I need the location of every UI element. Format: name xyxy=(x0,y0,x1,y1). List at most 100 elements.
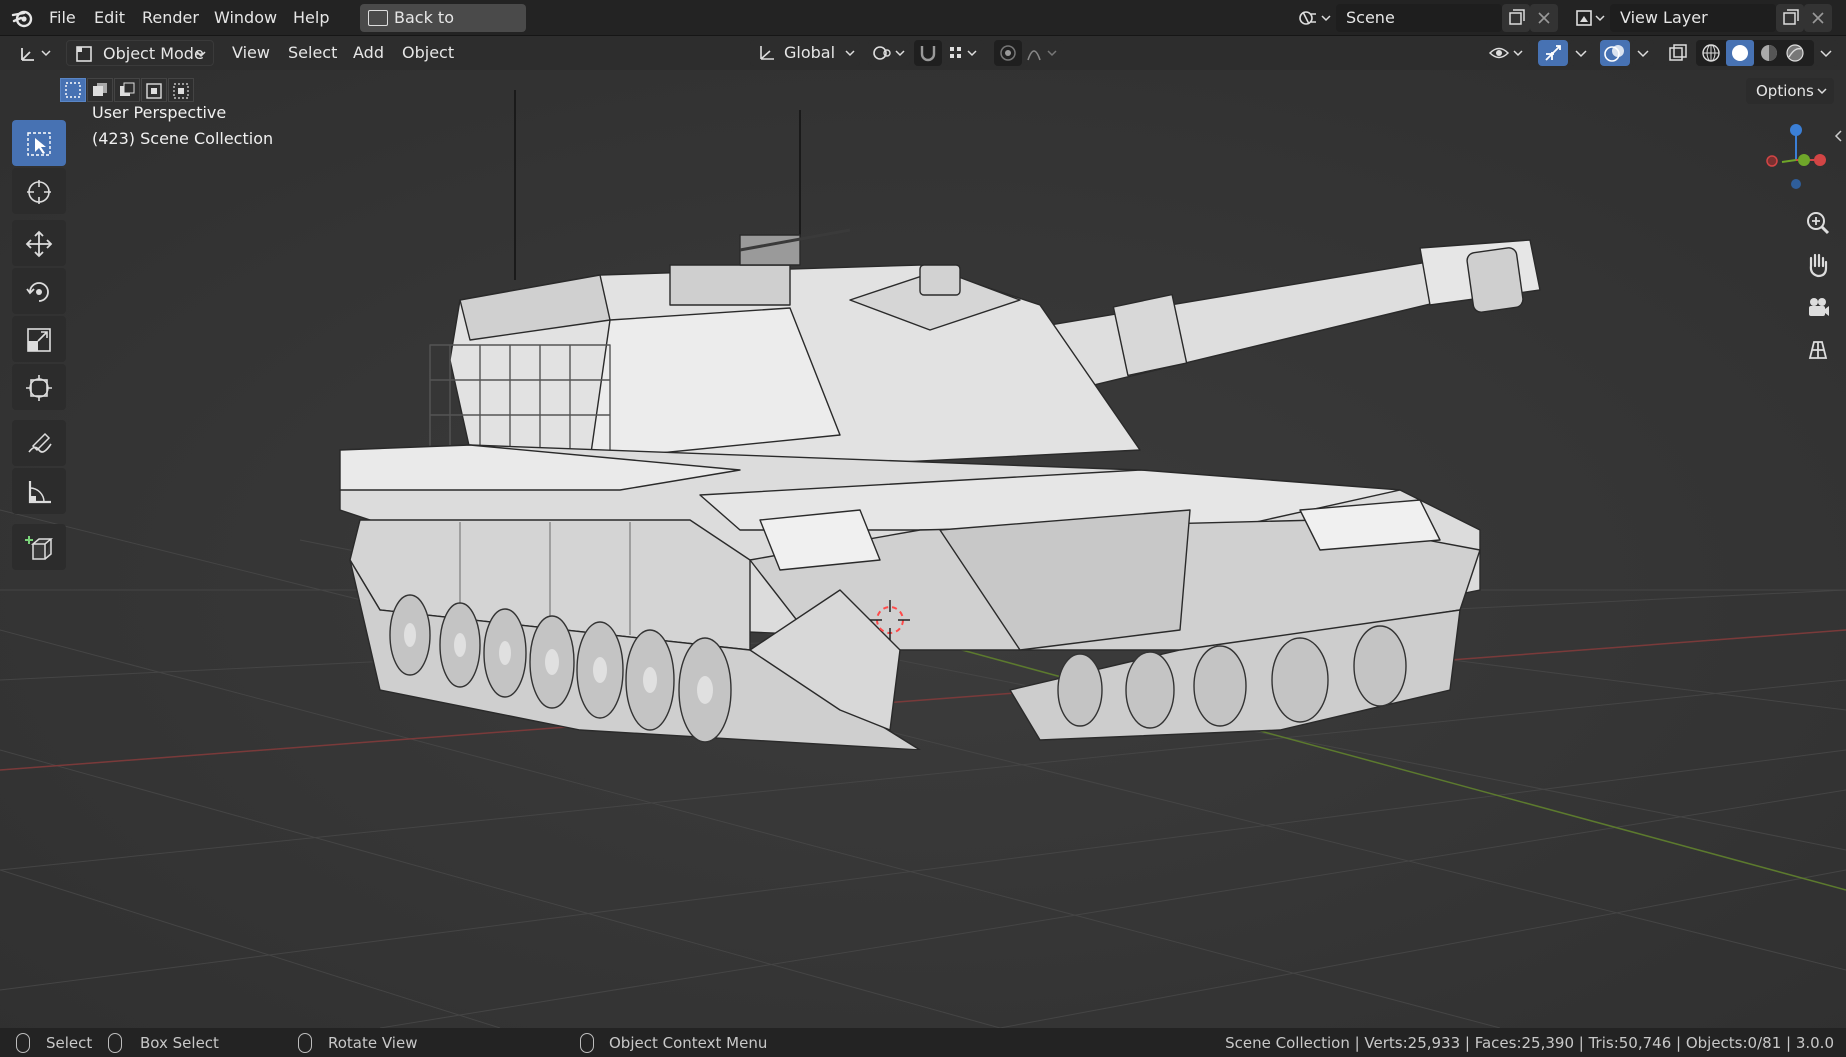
back-arrow-icon xyxy=(368,10,388,26)
rotate-icon xyxy=(26,282,49,302)
ortho-toggle-button[interactable] xyxy=(1800,332,1836,368)
snap-target-dropdown[interactable] xyxy=(944,40,984,66)
zoom-view-button[interactable] xyxy=(1800,206,1836,242)
select-mode-subtract[interactable] xyxy=(114,78,140,102)
menu-add[interactable]: Add xyxy=(353,40,384,66)
menu-view[interactable]: View xyxy=(232,40,270,66)
orientation-axes-icon xyxy=(760,46,774,60)
magnet-icon xyxy=(920,46,936,62)
camera-icon xyxy=(1809,298,1829,316)
scene-name-field[interactable]: Scene xyxy=(1336,4,1502,32)
visibility-dropdown[interactable] xyxy=(1486,40,1530,66)
select-mode-extend[interactable] xyxy=(87,78,113,102)
menu-help[interactable]: Help xyxy=(293,8,329,27)
options-dropdown[interactable]: Options xyxy=(1746,78,1834,104)
menu-select[interactable]: Select xyxy=(288,40,337,66)
axis-gizmo-icon xyxy=(21,48,51,61)
tool-transform[interactable] xyxy=(12,364,66,410)
tool-cursor[interactable] xyxy=(12,168,66,214)
xray-toggle[interactable] xyxy=(1664,40,1692,66)
snap-toggle[interactable] xyxy=(914,40,942,66)
eye-icon xyxy=(1488,47,1523,59)
new-view-layer-button[interactable] xyxy=(1776,4,1804,32)
falloff-curve-icon xyxy=(1027,50,1057,61)
pivot-icon xyxy=(873,46,905,60)
select-mode-invert[interactable] xyxy=(141,78,167,102)
select-mode-intersect[interactable] xyxy=(168,78,194,102)
shading-dropdown[interactable] xyxy=(1814,40,1838,66)
overlays-toggle[interactable] xyxy=(1600,40,1630,66)
select-invert-icon xyxy=(146,83,162,99)
tool-measure[interactable] xyxy=(12,468,66,514)
menu-window[interactable]: Window xyxy=(214,8,277,27)
proportional-edit-toggle[interactable] xyxy=(994,40,1022,66)
rendered-shading-icon[interactable] xyxy=(1784,43,1806,63)
mouse-drag-icon xyxy=(108,1033,122,1053)
view-layer-icon xyxy=(1576,10,1605,26)
tool-annotate[interactable] xyxy=(12,420,66,466)
select-mode-new[interactable] xyxy=(60,78,86,102)
scale-icon xyxy=(27,328,51,352)
object-mode-dropdown[interactable]: Object Mode xyxy=(66,40,214,66)
tool-move[interactable] xyxy=(12,220,66,266)
duplicate-icon xyxy=(1783,9,1799,25)
tool-select-box[interactable] xyxy=(12,120,66,166)
tool-scale[interactable] xyxy=(12,316,66,362)
status-rotate-view-label: Rotate View xyxy=(328,1034,418,1052)
delete-scene-button[interactable] xyxy=(1530,4,1558,32)
ruler-icon xyxy=(28,481,51,504)
chevron-down-icon xyxy=(1575,50,1587,58)
menu-file[interactable]: File xyxy=(49,8,76,27)
tool-rotate[interactable] xyxy=(12,268,66,314)
back-to-previous-button[interactable]: Back to Previous xyxy=(360,4,526,55)
xray-icon xyxy=(1669,44,1687,61)
transform-orientation-dropdown[interactable]: Global xyxy=(750,40,860,66)
gizmo-toggle[interactable] xyxy=(1538,40,1568,66)
blender-logo-icon[interactable] xyxy=(10,6,38,30)
editor-type-button[interactable] xyxy=(14,40,58,66)
pivot-point-dropdown[interactable] xyxy=(868,40,910,66)
3d-viewport[interactable]: User Perspective (423) Scene Collection xyxy=(0,70,1846,1028)
view-layer-selector[interactable]: View Layer xyxy=(1572,4,1838,32)
close-icon xyxy=(1812,12,1824,24)
material-preview-icon[interactable] xyxy=(1758,43,1780,63)
shading-modes xyxy=(1696,40,1814,66)
chevron-down-icon xyxy=(845,50,855,57)
3d-cursor-icon[interactable] xyxy=(870,600,910,640)
delete-view-layer-button[interactable] xyxy=(1804,4,1832,32)
overlays-dropdown[interactable] xyxy=(1632,40,1654,66)
duplicate-icon xyxy=(1509,9,1525,25)
solid-shading-button[interactable] xyxy=(1726,40,1754,66)
status-bar: Select Box Select Rotate View Object Con… xyxy=(0,1028,1846,1057)
top-menu-bar: File Edit Render Window Help Back to Pre… xyxy=(0,0,1846,55)
tank-model[interactable] xyxy=(320,90,1560,750)
pan-view-button[interactable] xyxy=(1800,248,1836,284)
select-subtract-icon xyxy=(120,82,135,96)
hand-icon xyxy=(1809,253,1828,278)
solid-shading-icon xyxy=(1732,45,1748,61)
camera-view-button[interactable] xyxy=(1800,290,1836,326)
proportional-falloff-dropdown[interactable] xyxy=(1024,40,1064,66)
view-name-label: User Perspective xyxy=(92,103,227,122)
wireframe-shading-icon[interactable] xyxy=(1700,43,1722,63)
grid-perspective-icon xyxy=(1808,341,1828,359)
menu-edit[interactable]: Edit xyxy=(94,8,125,27)
gizmo-icon xyxy=(1545,45,1561,61)
tool-add-cube[interactable] xyxy=(12,524,66,570)
gizmo-dropdown[interactable] xyxy=(1570,40,1592,66)
close-icon xyxy=(1538,12,1550,24)
navigation-gizmo[interactable] xyxy=(1758,122,1834,198)
mouse-right-icon xyxy=(580,1033,594,1053)
scene-selector[interactable]: Scene xyxy=(1294,4,1558,32)
select-intersect-icon xyxy=(173,83,189,99)
new-scene-button[interactable] xyxy=(1502,4,1530,32)
menu-object[interactable]: Object xyxy=(402,40,454,66)
menu-render[interactable]: Render xyxy=(142,8,199,27)
add-cube-icon xyxy=(25,536,53,560)
view-layer-name-field[interactable]: View Layer xyxy=(1610,4,1776,32)
chevron-down-icon xyxy=(1817,88,1827,95)
cursor-arrow-icon xyxy=(27,132,51,156)
status-context-menu-label: Object Context Menu xyxy=(609,1034,768,1052)
mouse-left-icon xyxy=(16,1033,30,1053)
collapse-sidebar-icon[interactable] xyxy=(1832,128,1844,144)
